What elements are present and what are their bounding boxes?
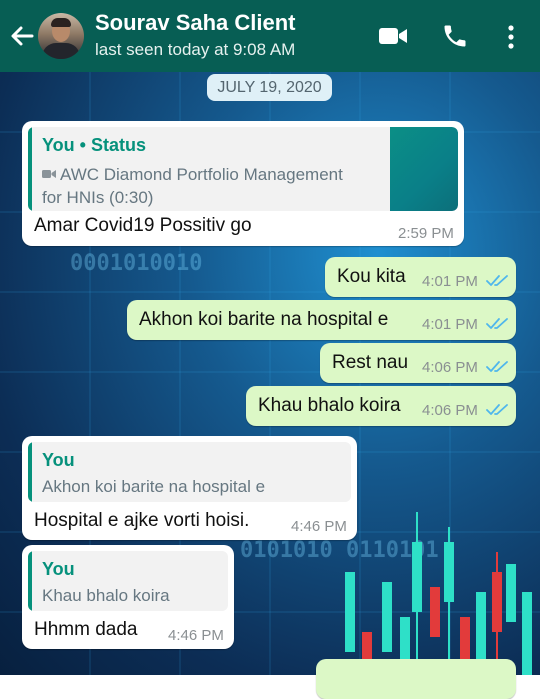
date-separator: JULY 19, 2020	[207, 74, 332, 101]
video-icon	[42, 170, 56, 178]
message-bubble-outgoing[interactable]: Akhon koi barite na hospital e 4:01 PM	[127, 300, 516, 340]
video-call-icon[interactable]	[378, 26, 408, 46]
last-seen-status: last seen today at 9:08 AM	[95, 40, 296, 59]
message-time: 4:46 PM	[168, 627, 224, 644]
read-receipt-icon	[486, 275, 508, 286]
quote-author: You • Status	[42, 135, 146, 155]
message-text: Hospital e ajke vorti hoisi.	[34, 510, 250, 531]
message-bubble-outgoing[interactable]	[316, 659, 516, 699]
quoted-status[interactable]: You • Status AWC Diamond Portfolio Manag…	[28, 127, 458, 211]
message-time: 4:01 PM	[422, 316, 478, 333]
message-time: 4:46 PM	[291, 518, 347, 535]
read-receipt-icon	[486, 318, 508, 329]
contact-name[interactable]: Sourav Saha Client	[95, 10, 296, 36]
quoted-message[interactable]: You Khau bhalo koira	[28, 551, 228, 611]
message-text: Khau bhalo koira	[258, 395, 401, 416]
chat-header: Sourav Saha Client last seen today at 9:…	[0, 0, 540, 72]
quoted-message[interactable]: You Akhon koi barite na hospital e	[28, 442, 351, 502]
message-time: 4:01 PM	[422, 273, 478, 290]
quote-author: You	[42, 450, 75, 470]
status-thumbnail[interactable]	[390, 127, 458, 211]
svg-text:0101010 0110101: 0101010 0110101	[240, 538, 439, 563]
read-receipt-icon	[486, 361, 508, 372]
message-bubble-incoming[interactable]: You • Status AWC Diamond Portfolio Manag…	[22, 121, 464, 246]
message-time: 4:06 PM	[422, 402, 478, 419]
quote-author: You	[42, 559, 75, 579]
message-time: 4:06 PM	[422, 359, 478, 376]
svg-text:0001010010: 0001010010	[70, 251, 202, 276]
message-bubble-incoming[interactable]: You Khau bhalo koira Hhmm dada 4:46 PM	[22, 545, 234, 649]
read-receipt-icon	[486, 404, 508, 415]
message-text: Akhon koi barite na hospital e	[139, 309, 389, 330]
message-bubble-outgoing[interactable]: Kou kita 4:01 PM	[325, 257, 516, 297]
message-text: Rest nau	[332, 352, 409, 373]
message-text: Kou kita	[337, 266, 406, 287]
message-time: 2:59 PM	[398, 225, 454, 242]
message-bubble-outgoing[interactable]: Rest nau 4:06 PM	[320, 343, 516, 383]
message-text: Amar Covid19 Possitiv go	[34, 215, 252, 236]
message-bubble-incoming[interactable]: You Akhon koi barite na hospital e Hospi…	[22, 436, 357, 540]
message-text: Hhmm dada	[34, 619, 138, 640]
more-options-icon[interactable]	[506, 24, 516, 50]
quote-text: Khau bhalo koira	[42, 586, 170, 605]
avatar[interactable]	[38, 13, 84, 59]
message-bubble-outgoing[interactable]: Khau bhalo koira 4:06 PM	[246, 386, 516, 426]
quote-text-line1: AWC Diamond Portfolio Management	[60, 165, 343, 184]
phone-icon[interactable]	[441, 22, 469, 50]
back-arrow-icon[interactable]	[8, 20, 36, 52]
quote-text-line2: for HNIs (0:30)	[42, 188, 154, 207]
quote-text: Akhon koi barite na hospital e	[42, 477, 266, 496]
